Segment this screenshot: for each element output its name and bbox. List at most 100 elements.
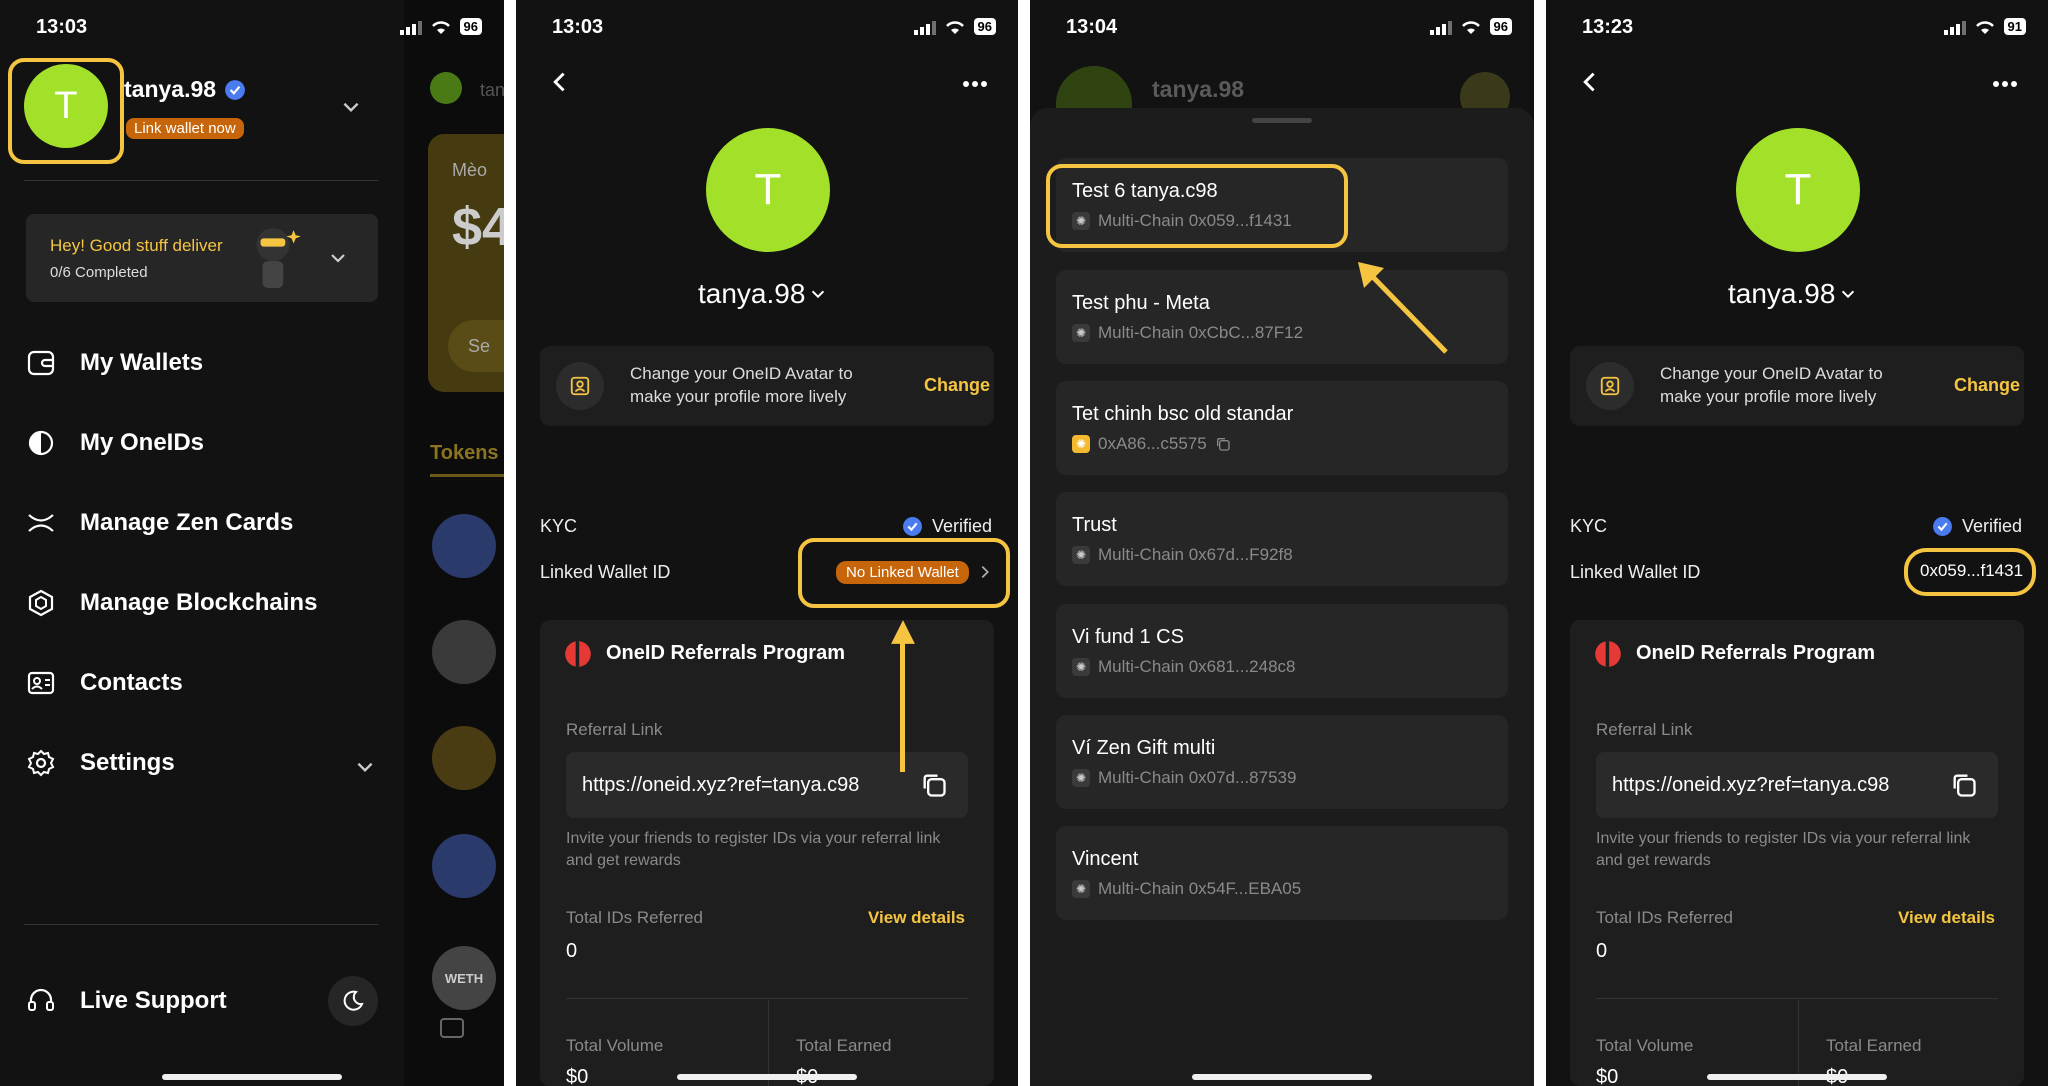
profile-name-selector[interactable]: tanya.98 bbox=[698, 278, 827, 310]
referral-divider bbox=[1596, 998, 1998, 999]
wallet-address: Multi-Chain 0x681...248c8 bbox=[1098, 657, 1296, 676]
menu-label: Manage Blockchains bbox=[80, 589, 318, 616]
referral-divider bbox=[566, 998, 968, 999]
highlight-avatar bbox=[8, 58, 124, 164]
footer-divider bbox=[24, 924, 378, 925]
menu-my-wallets[interactable]: My Wallets bbox=[26, 348, 203, 378]
background-avatar bbox=[430, 72, 462, 104]
theme-toggle-button[interactable] bbox=[328, 976, 378, 1026]
battery-icon: 96 bbox=[973, 18, 996, 35]
change-avatar-button[interactable]: Change bbox=[924, 375, 990, 396]
wallet-address: 0xA86...c5575 bbox=[1098, 434, 1207, 453]
wallet-name: Trust bbox=[1072, 514, 1117, 536]
total-ids-label: Total IDs Referred bbox=[1596, 908, 1733, 927]
wallet-address-row: ✺ Multi-Chain 0x54F...EBA05 bbox=[1072, 879, 1301, 899]
total-ids-value: 0 bbox=[1596, 940, 1608, 962]
menu-my-oneids[interactable]: My OneIDs bbox=[26, 428, 204, 458]
profile-avatar[interactable]: T bbox=[706, 128, 830, 252]
link-wallet-badge[interactable]: Link wallet now bbox=[126, 118, 244, 139]
linked-wallet-label: Linked Wallet ID bbox=[1570, 562, 1701, 582]
background-token-icon-2 bbox=[432, 620, 496, 684]
multichain-icon: ✺ bbox=[1072, 769, 1090, 787]
copy-icon[interactable] bbox=[1950, 771, 1978, 799]
live-support-button[interactable]: Live Support bbox=[26, 986, 227, 1016]
status-bar: 13:03 96 bbox=[0, 14, 504, 42]
wallet-item[interactable]: Vincent ✺ Multi-Chain 0x54F...EBA05 bbox=[1056, 826, 1508, 920]
kyc-status: Verified bbox=[1962, 516, 2023, 536]
more-icon[interactable] bbox=[1992, 80, 2018, 88]
menu-zen-cards[interactable]: Manage Zen Cards bbox=[26, 508, 293, 538]
status-time: 13:03 bbox=[552, 16, 604, 38]
wallet-bottom-sheet bbox=[1030, 108, 1534, 1086]
wallet-address-row: ✺ 0xA86...c5575 bbox=[1072, 434, 1231, 454]
change-avatar-button[interactable]: Change bbox=[1954, 375, 2020, 396]
total-volume-value: $0 bbox=[1596, 1066, 1619, 1086]
background-token-icon-1 bbox=[432, 514, 496, 578]
background-card-name: Mèo bbox=[452, 160, 488, 180]
total-volume-label: Total Volume bbox=[566, 1036, 664, 1055]
referral-invite-text: Invite your friends to register IDs via … bbox=[1596, 830, 1971, 869]
home-indicator bbox=[1707, 1074, 1887, 1080]
referral-link-label: Referral Link bbox=[566, 720, 663, 739]
total-earned-label: Total Earned bbox=[796, 1036, 892, 1055]
arrow-head bbox=[891, 620, 915, 644]
background-card-button-label: Se bbox=[468, 336, 491, 356]
wallet-name: Tet chinh bsc old standar bbox=[1072, 403, 1294, 425]
quest-chevron-icon[interactable] bbox=[328, 248, 348, 268]
profile-name-selector[interactable]: tanya.98 bbox=[1728, 278, 1857, 310]
wallet-address-row: ✺ Multi-Chain 0x07d...87539 bbox=[1072, 768, 1296, 788]
avatar-letter: T bbox=[754, 165, 782, 214]
wallet-address: Multi-Chain 0xCbC...87F12 bbox=[1098, 323, 1304, 342]
battery-icon: 96 bbox=[1489, 18, 1512, 35]
back-icon[interactable] bbox=[548, 70, 572, 94]
view-details-link[interactable]: View details bbox=[868, 908, 965, 928]
home-indicator bbox=[677, 1074, 857, 1080]
wallet-icon bbox=[27, 350, 55, 376]
profile-name: tanya.98 bbox=[698, 278, 806, 309]
back-icon[interactable] bbox=[1578, 70, 1602, 94]
menu-contacts[interactable]: Contacts bbox=[26, 668, 183, 698]
blockchain-icon bbox=[28, 589, 54, 617]
menu-label: Settings bbox=[80, 749, 175, 776]
kyc-label: KYC bbox=[540, 516, 578, 536]
signal-icon bbox=[399, 19, 422, 35]
more-icon[interactable] bbox=[962, 80, 988, 88]
background-token-icon-4 bbox=[432, 834, 496, 898]
wifi-icon bbox=[431, 20, 450, 34]
headset-icon bbox=[28, 988, 54, 1011]
chevron-down-icon bbox=[812, 290, 825, 299]
total-volume-value: $0 bbox=[566, 1066, 589, 1086]
referral-link-field[interactable]: https://oneid.xyz?ref=tanya.c98 bbox=[1596, 752, 1998, 818]
copy-icon[interactable] bbox=[1215, 436, 1231, 452]
referral-link-value: https://oneid.xyz?ref=tanya.c98 bbox=[1612, 774, 1890, 796]
multichain-icon: ✺ bbox=[1072, 546, 1090, 564]
background-token-label: WETH bbox=[444, 970, 484, 986]
referral-invite-text: Invite your friends to register IDs via … bbox=[566, 830, 941, 869]
oneid-logo-icon bbox=[1595, 641, 1621, 667]
background-home-dimmed: tan Mèo $4 Se Tokens WETH bbox=[404, 0, 504, 1086]
account-switch-chevron-icon[interactable] bbox=[340, 96, 362, 118]
header-divider bbox=[24, 180, 378, 181]
wallet-item[interactable]: Vi fund 1 CS ✺ Multi-Chain 0x681...248c8 bbox=[1056, 604, 1508, 698]
avatar-tip-text: Change your OneID Avatar to make your pr… bbox=[1660, 364, 1883, 406]
copy-icon[interactable] bbox=[920, 771, 948, 799]
total-volume-label: Total Volume bbox=[1596, 1036, 1694, 1055]
referral-link-label: Referral Link bbox=[1596, 720, 1693, 739]
view-details-link[interactable]: View details bbox=[1898, 908, 1995, 928]
wallet-address: Multi-Chain 0x67d...F92f8 bbox=[1098, 545, 1293, 564]
wallet-item[interactable]: Trust ✺ Multi-Chain 0x67d...F92f8 bbox=[1056, 492, 1508, 586]
menu-settings[interactable]: Settings bbox=[26, 748, 175, 778]
background-header-text: tan bbox=[480, 80, 504, 100]
settings-chevron-icon[interactable] bbox=[354, 756, 376, 778]
wallet-item[interactable]: Ví Zen Gift multi ✺ Multi-Chain 0x07d...8… bbox=[1056, 715, 1508, 809]
quest-card[interactable]: Hey! Good stuff deliver 0/6 Completed bbox=[26, 214, 378, 302]
verified-icon bbox=[1933, 517, 1952, 536]
referral-link-field[interactable]: https://oneid.xyz?ref=tanya.c98 bbox=[566, 752, 968, 818]
menu-manage-blockchains[interactable]: Manage Blockchains bbox=[26, 588, 317, 618]
wallet-item[interactable]: Tet chinh bsc old standar ✺ 0xA86...c5575 bbox=[1056, 381, 1508, 475]
avatar-tip-box: Change your OneID Avatar to make your pr… bbox=[540, 346, 994, 426]
profile-avatar[interactable]: T bbox=[1736, 128, 1860, 252]
battery-icon: 91 bbox=[2003, 18, 2026, 35]
wifi-icon bbox=[945, 20, 964, 34]
highlight-linked-wallet bbox=[1904, 548, 2036, 596]
